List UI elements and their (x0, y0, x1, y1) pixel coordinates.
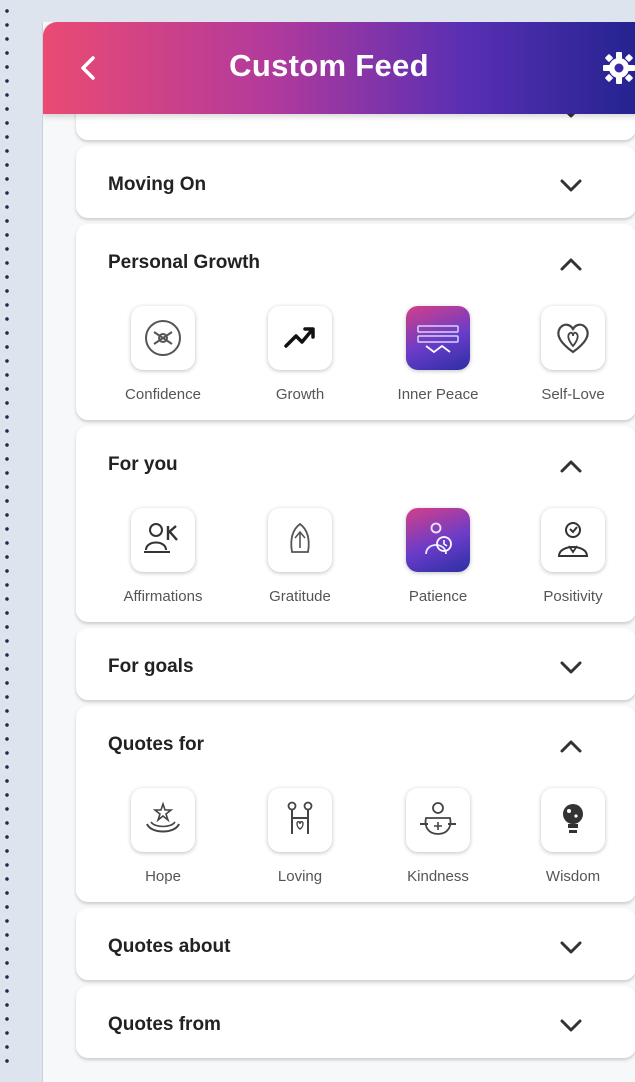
topic-label: Patience (408, 588, 468, 605)
heart-icon (557, 323, 589, 354)
section-moving-on[interactable]: Moving On (76, 146, 635, 218)
topic-label: Kindness (407, 868, 469, 885)
page-title: Custom Feed (229, 48, 429, 83)
section-quotes-for: Quotes for Hope Loving Kindness Wisdom (76, 706, 635, 902)
section-title[interactable]: For you (108, 454, 178, 476)
section-for-goals[interactable]: For goals (76, 628, 635, 700)
topic-icon-box (131, 306, 195, 370)
topic-label: Positivity (543, 588, 603, 605)
chevron-down-icon[interactable] (558, 1018, 584, 1034)
topic-label: Inner Peace (397, 386, 479, 403)
topic-icon-box (268, 508, 332, 572)
topic-kindness[interactable]: Kindness (373, 788, 503, 898)
trending-up-icon (284, 327, 315, 348)
topic-positivity[interactable]: Positivity (508, 508, 635, 618)
kindness-icon (420, 802, 456, 835)
topic-gratitude[interactable]: Gratitude (235, 508, 365, 618)
positivity-icon (557, 522, 589, 557)
loving-icon (287, 801, 313, 834)
section-quotes-from[interactable]: Quotes from (76, 986, 635, 1058)
topic-label: Wisdom (545, 868, 601, 885)
topic-label: Confidence (125, 386, 201, 403)
lightbulb-icon (563, 804, 583, 833)
section-title: For goals (108, 656, 194, 677)
ok-person-icon (144, 523, 178, 553)
topic-icon-box (541, 306, 605, 370)
notebook-binding (0, 0, 12, 1072)
inner-peace-icon (417, 325, 459, 354)
section-for-you: For you Affirmations Gratitude Patience … (76, 426, 635, 622)
topic-label: Loving (277, 868, 323, 885)
topic-icon-box-selected (406, 306, 470, 370)
topic-grid: Affirmations Gratitude Patience Positivi… (98, 508, 635, 618)
topic-grid: Hope Loving Kindness Wisdom (98, 788, 635, 898)
topic-label: Self-Love (541, 386, 605, 403)
topic-label: Hope (145, 868, 181, 885)
section-title[interactable]: Quotes for (108, 734, 204, 756)
section-title[interactable]: Personal Growth (108, 252, 260, 274)
patience-icon (425, 522, 452, 555)
topic-label: Affirmations (123, 588, 203, 605)
section-title: Quotes about (108, 936, 231, 957)
app-screen: Custom Feed Heartbreak (42, 22, 635, 1082)
chevron-up-icon[interactable] (558, 458, 584, 474)
topic-patience[interactable]: Patience (373, 508, 503, 618)
feed-category-list: Heartbreak Moving On Personal Growth (76, 96, 635, 1064)
topic-icon-box (268, 306, 332, 370)
chevron-up-icon[interactable] (558, 256, 584, 272)
topic-growth[interactable]: Growth (235, 306, 365, 416)
hope-icon (146, 801, 180, 833)
section-personal-growth: Personal Growth Confidence Growth Inner … (76, 224, 635, 420)
chevron-down-icon[interactable] (558, 178, 584, 194)
topic-icon-box (268, 788, 332, 852)
topic-icon-box-selected (406, 508, 470, 572)
topic-icon-box (131, 788, 195, 852)
gear-icon (603, 52, 635, 84)
topic-icon-box (406, 788, 470, 852)
confidence-icon (145, 320, 181, 356)
chevron-down-icon[interactable] (558, 660, 584, 676)
app-header: Custom Feed (43, 22, 635, 114)
topic-grid: Confidence Growth Inner Peace Self-Love (98, 306, 635, 416)
section-title: Quotes from (108, 1014, 221, 1035)
section-title: Moving On (108, 174, 207, 195)
topic-confidence[interactable]: Confidence (98, 306, 228, 416)
topic-label: Growth (275, 386, 325, 403)
gratitude-icon (290, 522, 310, 553)
topic-hope[interactable]: Hope (98, 788, 228, 898)
topic-inner-peace[interactable]: Inner Peace (373, 306, 503, 416)
topic-icon-box (131, 508, 195, 572)
section-quotes-about[interactable]: Quotes about (76, 908, 635, 980)
settings-button[interactable] (601, 50, 635, 86)
topic-icon-box (541, 788, 605, 852)
topic-label: Gratitude (269, 588, 331, 605)
topic-icon-box (541, 508, 605, 572)
chevron-up-icon[interactable] (558, 738, 584, 754)
topic-loving[interactable]: Loving (235, 788, 365, 898)
topic-self-love[interactable]: Self-Love (508, 306, 635, 416)
topic-affirmations[interactable]: Affirmations (98, 508, 228, 618)
topic-wisdom[interactable]: Wisdom (508, 788, 635, 898)
chevron-down-icon[interactable] (558, 940, 584, 956)
